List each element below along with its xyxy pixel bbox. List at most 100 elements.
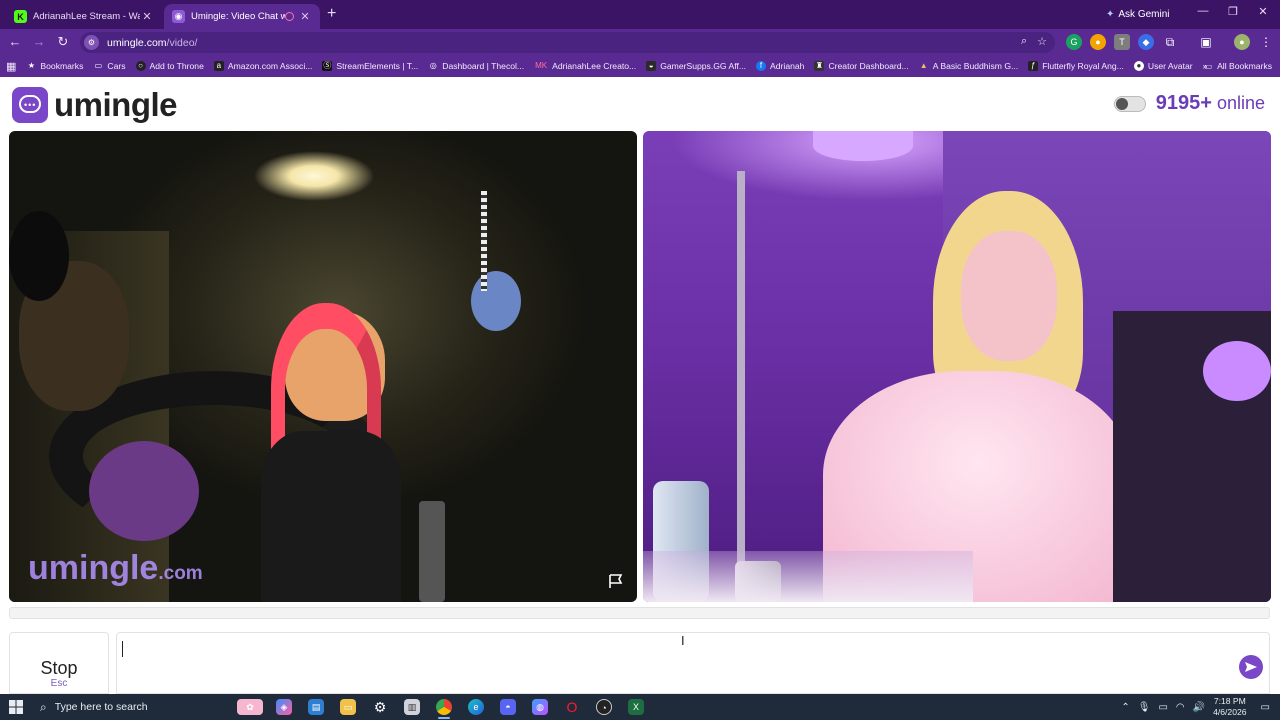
creator-dashboard-icon: ♜ [814,61,825,71]
forward-icon[interactable]: → [30,33,48,51]
sparkle-icon: ✦ [1106,8,1115,20]
app-icon[interactable]: ▥ [396,694,428,720]
edge-icon[interactable]: e [460,694,492,720]
clock-time: 7:18 PM [1213,696,1246,706]
mouse-cursor-icon: I [681,633,685,648]
creator-icon: MK [535,61,548,70]
chat-input[interactable] [116,632,1270,694]
bookmark-item[interactable]: ◒ GamerSupps.GG Aff... [646,61,746,71]
store-icon[interactable]: ▤ [300,694,332,720]
bookmark-item[interactable]: ♜ Creator Dashboard... [814,61,909,71]
folder-icon: ▭ [94,61,103,70]
notification-icon[interactable]: ▭ [1261,702,1270,713]
progress-divider [9,607,1270,619]
streaming-app-icon[interactable]: ◍ [524,694,556,720]
sidepanel-icon[interactable]: ▣ [1198,34,1214,50]
discord-icon[interactable]: ◓ [492,694,524,720]
gamersupps-icon: ◒ [646,61,657,71]
close-tab-icon[interactable]: ✕ [298,10,312,23]
tab-title: Umingle: Video Chat with S [191,11,285,22]
menu-kebab-icon[interactable]: ⋮ [1258,34,1274,50]
bookmark-item[interactable]: ★ Bookmarks [26,61,84,71]
bookmark-item[interactable]: ▲ A Basic Buddhism G... [919,61,1018,71]
tab-strip: K AdrianahLee Stream - Watch Li ✕ ◉ Umin… [0,0,1280,29]
reload-icon[interactable]: ↻ [54,33,72,51]
wifi-icon[interactable]: ◠ [1176,702,1185,713]
online-label: online [1216,93,1265,113]
browser-toolbar: ← → ↻ ⚙ umingle.com/video/ ⌕ ☆ G ● T ◆ ⧉… [0,29,1280,55]
bookmark-item[interactable]: Ⓢ StreamElements | T... [322,61,418,71]
clock-date: 4/6/2026 [1213,707,1247,717]
back-icon[interactable]: ← [6,33,24,51]
globe-icon: ● [1133,61,1144,71]
minimize-icon[interactable]: — [1188,5,1218,17]
puzzle-icon[interactable]: ⧉ [1162,34,1178,50]
windows-start-icon[interactable] [0,694,32,720]
volume-icon[interactable]: 🔊 [1193,702,1205,713]
send-button[interactable] [1239,655,1263,679]
bookmarks-bar: ▦ ★ Bookmarks ▭ Cars ○ Add to Throne a Amazo… [0,55,1280,77]
report-flag-icon[interactable] [607,573,625,589]
search-placeholder: Type here to search [54,701,148,713]
bookmark-item[interactable]: ○ Add to Throne [135,61,204,71]
zoom-icon[interactable]: ⌕ [1021,35,1027,48]
copilot-icon[interactable]: ◈ [268,694,300,720]
stop-button[interactable]: Stop Esc [9,632,109,694]
text-extension-icon[interactable]: T [1114,34,1130,50]
all-bookmarks-button[interactable]: ▭ All Bookmarks [1204,55,1272,77]
settings-gear-icon[interactable]: ⚙ [364,694,396,720]
excel-icon[interactable]: X [620,694,652,720]
extension-icon[interactable]: ◆ [1138,34,1154,50]
bookmark-item[interactable]: ƒ Flutterfly Royal Ang... [1028,61,1124,71]
chat-logo-icon: ••• [12,87,48,123]
windows-taskbar: ⌕ Type here to search ✿ ◈ ▤ ▭ ⚙ ▥ e ◓ ◍ … [0,694,1280,720]
address-bar[interactable]: ⚙ umingle.com/video/ ⌕ ☆ [80,32,1055,53]
coin-extension-icon[interactable]: ● [1090,34,1106,50]
stop-shortcut: Esc [50,677,68,689]
bookmark-star-icon[interactable]: ☆ [1037,35,1047,48]
grammarly-extension-icon[interactable]: G [1066,34,1082,50]
file-explorer-icon[interactable]: ▭ [332,694,364,720]
ask-gemini-label: Ask Gemini [1118,8,1170,20]
tab-umingle[interactable]: ◉ Umingle: Video Chat with S ✕ [164,4,320,29]
avatar[interactable]: ● [1234,34,1250,50]
online-count: 9195+ [1155,92,1212,114]
self-video [643,131,1271,602]
tab-title: AdrianahLee Stream - Watch Li [33,11,140,22]
network-icon[interactable]: ▭ [1158,702,1167,713]
site-info-icon[interactable]: ⚙ [84,35,99,50]
cherry-blossom-icon: ✿ [232,694,268,720]
bookmark-item[interactable]: ◎ Dashboard | Thecol... [428,61,524,71]
recording-icon [285,12,294,21]
online-indicator: 9195+ online [1113,92,1265,115]
clock[interactable]: 7:18 PM 4/6/2026 [1213,696,1246,718]
tab-stream[interactable]: K AdrianahLee Stream - Watch Li ✕ [6,4,162,29]
bookmark-item[interactable]: f Adrianah [756,61,804,71]
apps-grid-icon[interactable]: ▦ [6,60,16,73]
stop-label: Stop [40,657,78,678]
chevron-up-icon[interactable]: ⌃ [1121,702,1129,713]
bookmark-item[interactable]: MK AdrianahLee Creato... [534,61,636,71]
chrome-icon[interactable] [428,694,460,720]
restore-icon[interactable]: ❐ [1218,5,1248,18]
close-tab-icon[interactable]: ✕ [140,10,154,23]
throne-icon: ○ [135,61,146,71]
theme-toggle[interactable] [1113,95,1146,112]
microphone-icon[interactable]: 🎙 [1138,702,1151,713]
bookmark-item[interactable]: a Amazon.com Associ... [213,61,312,71]
bookmark-item[interactable]: ▭ Cars [93,61,126,71]
umingle-logo[interactable]: ••• umingle [12,86,178,124]
bookmark-item[interactable]: ● User Avatar [1133,61,1193,71]
obs-icon[interactable]: ◔ [588,694,620,720]
flutterfly-icon: ƒ [1028,61,1039,71]
new-tab-button[interactable]: + [327,5,336,23]
url-text[interactable]: umingle.com/video/ [107,37,197,49]
send-icon [1245,662,1257,672]
stranger-video: umingle.com [9,131,637,602]
umingle-watermark: umingle.com [28,549,203,587]
folder-icon: ▭ [1203,60,1213,71]
close-window-icon[interactable]: ✕ [1248,5,1278,18]
ask-gemini-button[interactable]: ✦ Ask Gemini [1106,5,1170,23]
opera-icon[interactable]: O [556,694,588,720]
taskbar-search[interactable]: ⌕ Type here to search [32,694,232,720]
